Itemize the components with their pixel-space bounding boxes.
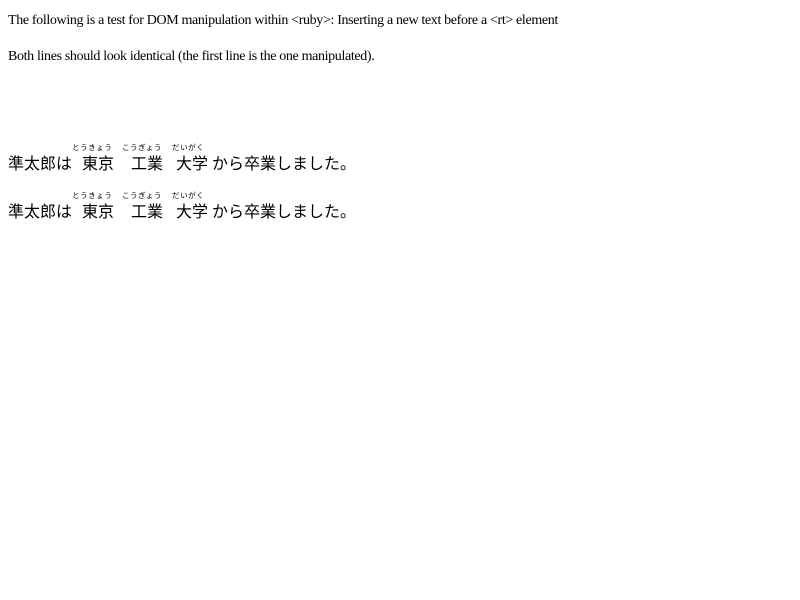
ruby-annotation: こうぎょう xyxy=(122,191,163,200)
ruby-line-manipulated: 準太郎は とうきょう こうぎょう だいがく 東京 工業 大学 から卒業しました。 xyxy=(8,136,792,178)
ruby-suffix: から卒業しました。 xyxy=(212,202,357,221)
ruby-lines: 準太郎は とうきょう こうぎょう だいがく 東京 工業 大学 から卒業しました。… xyxy=(8,136,792,226)
ruby-annotation: だいがく xyxy=(172,191,205,200)
ruby-base: 工業 xyxy=(131,202,164,221)
ruby-base: 大学 xyxy=(176,154,209,173)
test-page: The following is a test for DOM manipula… xyxy=(0,0,800,226)
ruby-base: 大学 xyxy=(176,202,209,221)
ruby-annotation: だいがく xyxy=(172,143,205,152)
ruby-annotation: こうぎょう xyxy=(122,143,163,152)
ruby-annotation: とうきょう xyxy=(72,191,113,200)
ruby-base: 工業 xyxy=(131,154,164,173)
test-description: The following is a test for DOM manipula… xyxy=(8,13,558,28)
test-instruction: Both lines should look identical (the fi… xyxy=(8,49,375,64)
ruby-base: 東京 xyxy=(82,154,115,173)
ruby-prefix: 準太郎は xyxy=(8,154,73,173)
ruby-base: 東京 xyxy=(82,202,115,221)
ruby-annotation: とうきょう xyxy=(72,143,113,152)
ruby-prefix: 準太郎は xyxy=(8,202,73,221)
ruby-line-reference: 準太郎は とうきょう こうぎょう だいがく 東京 工業 大学 から卒業しました。 xyxy=(8,184,792,226)
ruby-suffix: から卒業しました。 xyxy=(212,154,357,173)
